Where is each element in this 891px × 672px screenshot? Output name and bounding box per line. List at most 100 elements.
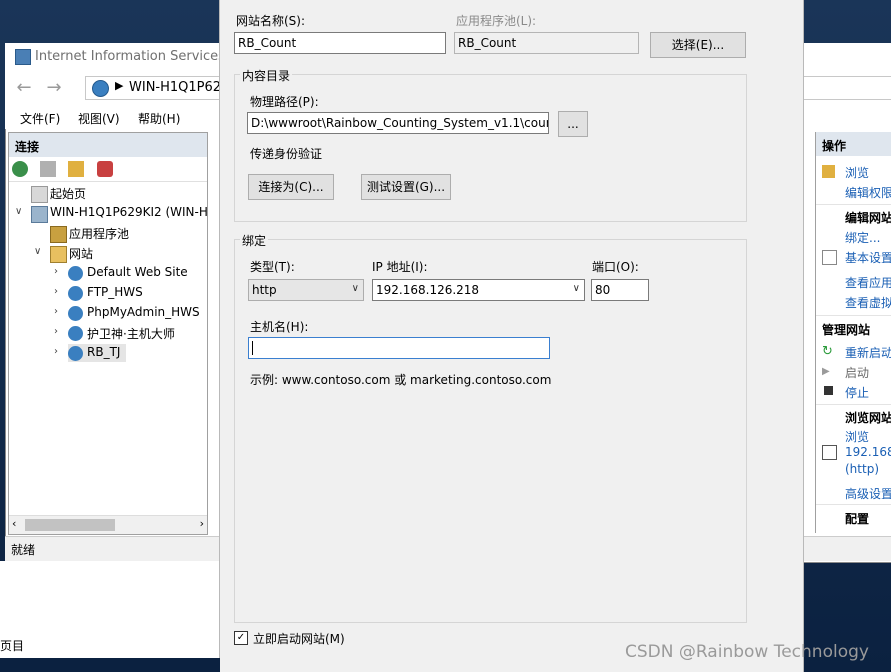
action-browse-2[interactable]: 浏览 (845, 428, 869, 445)
start-immediately-label[interactable]: 立即启动网站(M) (253, 630, 345, 647)
host-example-text: 示例: www.contoso.com 或 marketing.contoso.… (250, 373, 552, 387)
scroll-left-icon[interactable]: ‹ (12, 517, 16, 530)
tree-site-label: PhpMyAdmin_HWS (87, 305, 200, 319)
chevron-down-icon: ∨ (572, 283, 580, 294)
test-settings-button[interactable]: 测试设置(G)... (361, 174, 451, 200)
expand-chevron-icon[interactable]: › (54, 306, 58, 317)
add-website-dialog: 网站名称(S): RB_Count 应用程序池(L): RB_Count 选择(… (219, 0, 804, 672)
action-start: 启动 (845, 366, 870, 380)
globe-icon (92, 80, 109, 97)
collapse-chevron-icon[interactable]: ∨ (34, 246, 41, 257)
divider (816, 404, 891, 405)
menu-file[interactable]: 文件(F) (20, 110, 60, 127)
binding-title: 绑定 (240, 232, 269, 249)
action-restart[interactable]: 重新启动 (845, 344, 891, 361)
bottom-partial-text: 页目 (0, 639, 25, 653)
section-manage-site: 管理网站 (822, 323, 871, 337)
expand-chevron-icon[interactable]: › (54, 266, 58, 277)
host-name-input[interactable]: ​ (248, 337, 550, 359)
physical-path-input[interactable]: D:\wwwroot\Rainbow_Counting_System_v1.1\… (247, 112, 549, 134)
content-directory-title: 内容目录 (240, 67, 293, 84)
site-name-label: 网站名称(S): (236, 14, 306, 28)
scroll-thumb[interactable] (25, 519, 115, 531)
tree-site-label: 护卫神·主机大师 (87, 327, 175, 341)
divider (816, 504, 891, 505)
scroll-right-icon[interactable]: › (200, 517, 204, 530)
section-configure: 配置 (845, 512, 870, 526)
expand-chevron-icon[interactable]: › (54, 286, 58, 297)
breadcrumb-server[interactable]: WIN-H1Q1P629 (129, 80, 229, 95)
section-browse-site: 浏览网站 (845, 411, 891, 425)
port-label: 端口(O): (592, 260, 639, 274)
tree-site-item-selected[interactable]: RB_TJ (68, 344, 126, 362)
action-browse[interactable]: 浏览 (845, 164, 869, 181)
tree-app-pools-label: 应用程序池 (69, 227, 130, 241)
tree-server-label: WIN-H1Q1P629KI2 (WIN-H (50, 205, 208, 219)
connections-panel: 连接 起始页 ∨ WIN-H1Q1P629KI2 (WIN-H 应用程序池 ∨ … (8, 132, 208, 535)
tree-site-label: RB_TJ (87, 345, 121, 359)
action-bindings[interactable]: 绑定... (845, 229, 880, 246)
sites-folder-icon (50, 246, 67, 263)
connections-title: 连接 (15, 140, 40, 154)
browse-path-button[interactable]: ... (558, 111, 588, 137)
type-label: 类型(T): (250, 260, 295, 274)
iis-app-icon (15, 49, 31, 65)
connect-icon[interactable] (12, 161, 28, 177)
action-basic-settings[interactable]: 基本设置 (845, 249, 891, 266)
port-input[interactable]: 80 (591, 279, 649, 301)
expand-chevron-icon[interactable]: › (54, 346, 58, 357)
site-globe-icon (68, 266, 83, 281)
forward-arrow-icon[interactable]: → (43, 77, 65, 99)
chevron-down-icon: ∨ (351, 283, 359, 294)
action-edit-permissions[interactable]: 编辑权限 (845, 184, 891, 201)
actions-header: 操作 (816, 132, 891, 156)
actions-title: 操作 (822, 139, 847, 153)
passthrough-auth-label: 传递身份验证 (250, 147, 323, 161)
iis-window-title: Internet Information Services (II (35, 49, 242, 64)
ip-address-select[interactable]: 192.168.126.218 ∨ (372, 279, 585, 301)
site-name-input[interactable]: RB_Count (234, 32, 446, 54)
connect-as-button[interactable]: 连接为(C)... (248, 174, 334, 200)
ip-address-value: 192.168.126.218 (376, 283, 480, 297)
type-select[interactable]: http ∨ (248, 279, 364, 301)
tree-sites-label: 网站 (69, 247, 94, 261)
action-advanced-settings[interactable]: 高级设置 (845, 485, 891, 502)
basic-settings-icon (822, 250, 837, 265)
app-pool-label: 应用程序池(L): (456, 14, 537, 28)
tree-site-label: Default Web Site (87, 265, 188, 279)
menu-help[interactable]: 帮助(H) (138, 110, 180, 127)
tree-site-label: FTP_HWS (87, 285, 143, 299)
start-page-icon (31, 186, 48, 203)
restart-icon: ↻ (822, 344, 833, 359)
start-immediately-checkbox[interactable]: ✓ (234, 631, 248, 645)
back-arrow-icon[interactable]: ← (13, 77, 35, 99)
expand-chevron-icon[interactable]: › (54, 326, 58, 337)
connections-hscrollbar[interactable]: ‹ › (9, 515, 207, 534)
action-view-apps[interactable]: 查看应用 (845, 274, 891, 291)
menu-view[interactable]: 视图(V) (78, 110, 120, 127)
action-view-vdirs[interactable]: 查看虚拟 (845, 294, 891, 311)
save-icon[interactable] (40, 161, 56, 177)
type-select-value: http (252, 283, 277, 297)
action-browse-ip[interactable]: 192.168. (845, 445, 891, 459)
site-globe-icon (68, 346, 83, 361)
status-text: 就绪 (11, 543, 36, 557)
action-stop[interactable]: 停止 (845, 384, 869, 401)
browse-site-icon (822, 445, 837, 460)
disconnect-icon[interactable] (97, 161, 113, 177)
connections-toolbar (9, 157, 207, 182)
select-app-pool-button[interactable]: 选择(E)... (650, 32, 746, 58)
csdn-watermark: CSDN @Rainbow Technology (625, 642, 869, 662)
collapse-chevron-icon[interactable]: ∨ (15, 206, 22, 217)
action-browse-http[interactable]: (http) (845, 462, 879, 476)
server-icon (31, 206, 48, 223)
up-folder-icon[interactable] (68, 161, 84, 177)
app-pool-input: RB_Count (454, 32, 639, 54)
text-caret: ​ (252, 341, 253, 355)
taskbar-strip (0, 658, 220, 672)
breadcrumb-arrow-icon: ▶ (115, 79, 124, 92)
actions-panel: 操作 浏览 编辑权限 编辑网站 绑定... 基本设置 查看应用 查看虚拟 管理网… (815, 132, 891, 533)
background-lower-area: 页目 (0, 561, 220, 672)
start-icon: ▶ (822, 366, 830, 377)
browse-icon (822, 165, 835, 178)
